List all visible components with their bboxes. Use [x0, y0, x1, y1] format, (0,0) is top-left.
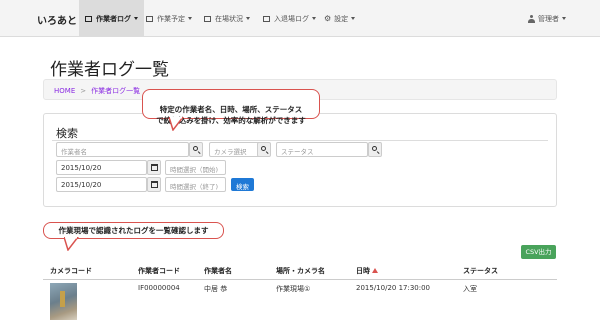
end-time-select[interactable]: 時間選択（終了): [165, 177, 226, 192]
cell-worker-name: 中居 恭: [204, 285, 228, 293]
table-header-divider: [43, 279, 557, 280]
calendar-icon: [151, 181, 158, 188]
status-select[interactable]: ステータス: [276, 142, 368, 157]
worker-search-button[interactable]: [189, 142, 203, 157]
camera-search-button[interactable]: [257, 142, 271, 157]
column-worker-code[interactable]: 作業者コード: [138, 266, 180, 276]
user-name: 管理者: [538, 14, 559, 23]
breadcrumb-home[interactable]: HOME: [54, 87, 75, 95]
gear-icon: ⚙: [324, 14, 332, 23]
start-date-picker-button[interactable]: [147, 160, 161, 175]
search-panel-title: 検索: [56, 127, 78, 140]
column-worker-name[interactable]: 作業者名: [204, 266, 232, 276]
nav-entry-log-label: 入退場ログ: [274, 14, 309, 23]
table-icon: [204, 15, 211, 22]
csv-export-button[interactable]: CSV出力: [521, 245, 556, 259]
nav-presence[interactable]: 在場状況: [198, 0, 256, 37]
page-title: 作業者ログ一覧: [50, 60, 169, 80]
caret-down-icon: [188, 17, 192, 20]
search-icon: [261, 146, 266, 151]
callout-pointer: [169, 117, 184, 131]
list-callout-text: 作業現場で認識されたログを一覧確認します: [58, 226, 209, 235]
search-icon: [193, 146, 198, 151]
column-location[interactable]: 場所・カメラ名: [276, 266, 325, 276]
cell-location: 作業現場①: [276, 285, 311, 293]
nav-worker-log-label: 作業者ログ: [96, 14, 131, 23]
end-date-input[interactable]: 2015/10/20: [56, 177, 147, 192]
caret-down-icon: [134, 17, 138, 20]
list-icon: [146, 15, 153, 22]
start-date-input[interactable]: 2015/10/20: [56, 160, 147, 175]
column-camera-code[interactable]: カメラコード: [50, 266, 92, 276]
search-submit-button[interactable]: 検索: [231, 178, 254, 191]
table-icon: [263, 15, 270, 22]
navbar: いろあと 作業者ログ 作業予定 在場状況 入退場ログ ⚙ 設定 管理者: [0, 0, 600, 37]
column-status[interactable]: ステータス: [463, 266, 498, 276]
column-datetime-label: 日時: [356, 267, 370, 275]
nav-entry-log[interactable]: 入退場ログ: [257, 0, 322, 37]
thumbnail-figure: [60, 291, 65, 307]
search-icon: [372, 146, 377, 151]
nav-work-schedule[interactable]: 作業予定: [140, 0, 198, 37]
cell-worker-code: IF00000004: [138, 284, 180, 292]
caret-down-icon: [562, 17, 566, 20]
breadcrumb-current[interactable]: 作業者ログ一覧: [91, 87, 140, 95]
nav-presence-label: 在場状況: [215, 14, 243, 23]
breadcrumb-separator: >: [80, 87, 87, 95]
calendar-icon: [151, 164, 158, 171]
caret-down-icon: [246, 17, 250, 20]
search-panel: 検索 作業者名 カメラ選択 ステータス 2015/10/20 時間選択（開始) …: [43, 113, 557, 207]
nav-settings-label: 設定: [334, 14, 349, 23]
grid-icon: [85, 15, 92, 22]
divider: [52, 140, 548, 141]
callout-pointer: [64, 237, 79, 251]
brand-logo[interactable]: いろあと: [37, 12, 77, 27]
sort-ascending-icon: [372, 268, 378, 273]
cell-datetime: 2015/10/20 17:30:00: [356, 284, 431, 292]
user-menu[interactable]: 管理者: [522, 0, 572, 37]
list-callout: 作業現場で認識されたログを一覧確認します: [43, 222, 224, 251]
start-time-select[interactable]: 時間選択（開始): [165, 160, 226, 175]
nav-worker-log[interactable]: 作業者ログ: [79, 0, 144, 37]
user-icon: [528, 14, 535, 23]
caret-down-icon: [312, 17, 316, 20]
worker-name-input[interactable]: 作業者名: [56, 142, 189, 157]
cell-status: 入室: [463, 285, 477, 293]
nav-settings[interactable]: ⚙ 設定: [318, 0, 361, 37]
camera-thumbnail[interactable]: [50, 283, 77, 320]
search-callout: 特定の作業者名、日時、場所、ステータス で絞り込みを掛け、効率的な解析ができます: [142, 89, 320, 131]
nav-work-schedule-label: 作業予定: [157, 14, 185, 23]
column-datetime[interactable]: 日時: [356, 266, 378, 276]
end-date-picker-button[interactable]: [147, 177, 161, 192]
caret-down-icon: [351, 17, 356, 20]
status-search-button[interactable]: [368, 142, 382, 157]
